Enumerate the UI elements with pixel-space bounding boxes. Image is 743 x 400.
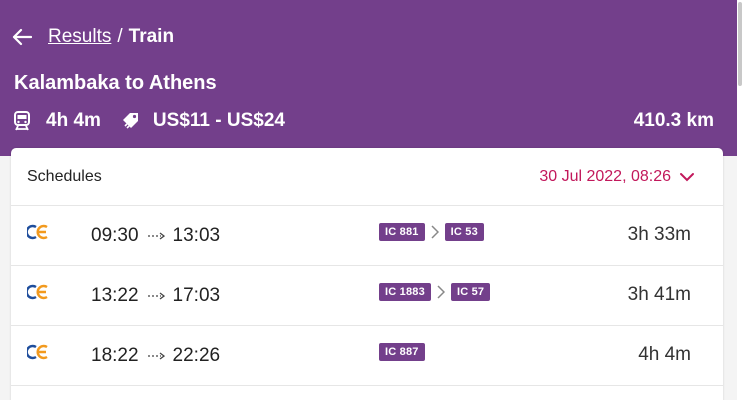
scrollbar[interactable] — [737, 0, 743, 400]
train-badge: IC 881 — [379, 223, 425, 241]
schedule-row[interactable]: 13:22 17:03 IC 1883 IC 57 3h 41m — [11, 266, 723, 326]
arrive-time: 13:03 — [172, 225, 221, 246]
arrive-time: 22:26 — [172, 345, 221, 366]
arrow-right-icon — [147, 292, 165, 300]
scrollbar-thumb[interactable] — [738, 2, 742, 86]
depart-time: 09:30 — [91, 225, 139, 246]
arrive-time: 17:03 — [172, 285, 221, 306]
schedule-duration: 3h 33m — [627, 224, 691, 245]
schedule-times: 13:22 17:03 — [91, 285, 220, 307]
schedule-duration: 4h 4m — [638, 344, 691, 365]
schedule-duration: 3h 41m — [627, 284, 691, 305]
trainose-logo-icon — [27, 284, 48, 300]
arrow-right-icon — [147, 232, 165, 240]
route-title: Kalambaka to Athens — [14, 72, 217, 94]
breadcrumb: Results / Train — [12, 24, 174, 50]
train-icon — [14, 110, 34, 132]
chevron-down-icon — [680, 173, 694, 182]
schedule-row[interactable]: 09:30 13:03 IC 881 IC 53 3h 33m — [11, 206, 723, 266]
chevron-right-icon — [437, 285, 445, 299]
schedule-times: 09:30 13:03 — [91, 225, 220, 247]
price-tag-icon — [121, 110, 141, 132]
train-list: IC 881 IC 53 — [379, 223, 484, 241]
depart-time: 18:22 — [91, 345, 139, 366]
trainose-logo-icon — [27, 224, 48, 240]
trainose-logo-icon — [27, 344, 48, 360]
breadcrumb-results-link[interactable]: Results — [48, 26, 111, 48]
schedules-card: Schedules 30 Jul 2022, 08:26 09:30 13:03… — [11, 148, 723, 400]
train-list: IC 887 — [379, 343, 425, 361]
schedules-header: Schedules 30 Jul 2022, 08:26 — [11, 148, 723, 206]
trip-duration: 4h 4m — [46, 110, 101, 131]
trip-distance: 410.3 km — [633, 110, 714, 131]
depart-time: 13:22 — [91, 285, 139, 306]
date-value: 30 Jul 2022, 08:26 — [539, 168, 671, 185]
arrow-right-icon — [147, 352, 165, 360]
trip-stats: 4h 4m US$11 - US$24 — [14, 108, 285, 134]
train-badge: IC 887 — [379, 343, 425, 361]
route-header: Results / Train Kalambaka to Athens 4h 4… — [0, 0, 737, 156]
train-list: IC 1883 IC 57 — [379, 283, 491, 301]
price-range: US$11 - US$24 — [152, 110, 285, 131]
train-badge: IC 53 — [444, 223, 484, 241]
chevron-right-icon — [431, 225, 439, 239]
schedules-title: Schedules — [27, 168, 102, 185]
train-badge: IC 1883 — [379, 283, 431, 301]
date-selector[interactable]: 30 Jul 2022, 08:26 — [539, 168, 695, 186]
schedule-times: 18:22 22:26 — [91, 345, 220, 367]
schedule-row[interactable]: 18:22 22:26 IC 887 4h 4m — [11, 326, 723, 386]
breadcrumb-current: Train — [128, 26, 175, 47]
arrow-left-icon[interactable] — [12, 26, 34, 48]
train-badge: IC 57 — [450, 283, 491, 301]
breadcrumb-separator: / — [117, 26, 123, 47]
